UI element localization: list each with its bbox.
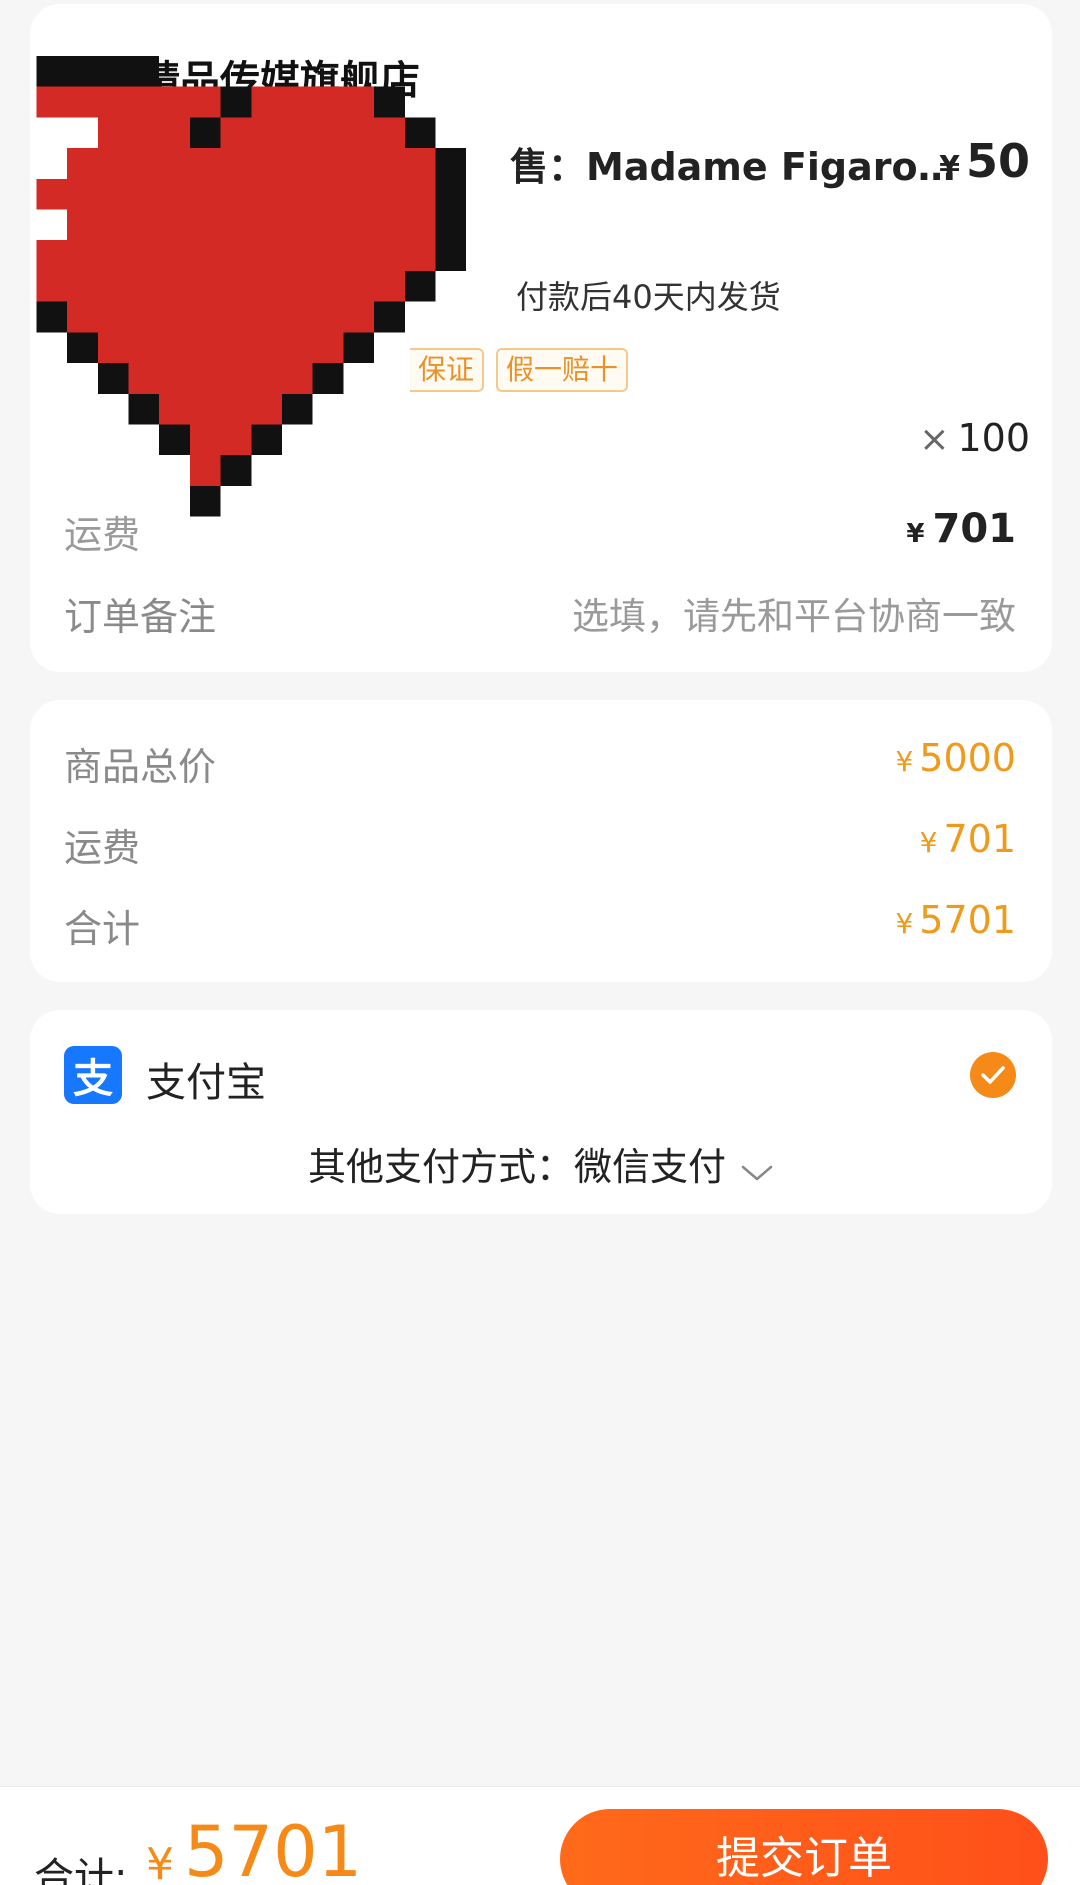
alipay-option[interactable]: 支付宝 xyxy=(146,1050,266,1108)
quantity: × 100 xyxy=(919,416,1030,460)
bottom-bar: 合计: ¥ 5701 提交订单 xyxy=(0,1786,1080,1885)
checkmark-icon xyxy=(981,1066,1005,1084)
goods-total-currency: ¥ xyxy=(895,745,914,778)
summary-freight-currency: ¥ xyxy=(919,826,938,859)
price-currency: ¥ xyxy=(939,150,960,185)
order-card: 精品传媒旗舰店 售：Madame Figaro7… ¥50 付款后40天内发货 … xyxy=(30,4,1052,672)
order-remark-label: 订单备注 xyxy=(64,595,217,639)
summary-total-label: 合计 xyxy=(64,907,141,951)
other-payment-label: 其他支付方式：微信支付 xyxy=(307,1145,726,1189)
product-price: ¥50 xyxy=(939,134,1030,188)
price-summary-card: 商品总价 ¥5000 运费 ¥701 合计 ¥5701 xyxy=(30,700,1052,982)
freight-amount: 701 xyxy=(932,506,1017,552)
submit-order-button[interactable]: 提交订单 xyxy=(560,1809,1048,1885)
bottom-total-currency: ¥ xyxy=(146,1839,174,1885)
check-circle-icon[interactable] xyxy=(970,1052,1016,1098)
freight-currency: ¥ xyxy=(906,519,925,549)
price-value: 50 xyxy=(965,134,1030,188)
summary-total-currency: ¥ xyxy=(895,907,914,940)
other-payment-toggle[interactable]: 其他支付方式：微信支付 xyxy=(30,1136,1052,1192)
summary-freight-value: ¥701 xyxy=(920,817,1016,861)
goods-total-value: ¥5000 xyxy=(895,736,1016,780)
summary-total-amount: 5701 xyxy=(919,898,1016,942)
freight-value[interactable]: ¥701 xyxy=(906,506,1016,552)
payment-method-card: 支 支付宝 其他支付方式：微信支付 xyxy=(30,1010,1052,1214)
goods-total-amount: 5000 xyxy=(919,736,1016,780)
goods-total-label: 商品总价 xyxy=(64,745,217,789)
product-title[interactable]: 售：Madame Figaro7… xyxy=(510,136,980,191)
alipay-icon: 支 xyxy=(64,1046,122,1104)
summary-freight-label: 运费 xyxy=(64,826,141,870)
order-remark-input[interactable]: 选填，请先和平台协商一致 xyxy=(572,586,1016,640)
bottom-total-label: 合计: xyxy=(34,1855,128,1885)
summary-total-value: ¥5701 xyxy=(895,898,1016,942)
summary-freight-amount: 701 xyxy=(943,817,1016,861)
bottom-total-amount: 5701 xyxy=(184,1811,363,1885)
chevron-down-icon xyxy=(740,1148,774,1192)
shipping-note: 付款后40天内发货 xyxy=(516,278,781,316)
pixel-heart-censor-image xyxy=(36,56,467,517)
quantity-symbol: × xyxy=(919,419,950,460)
quantity-value: 100 xyxy=(957,416,1030,460)
